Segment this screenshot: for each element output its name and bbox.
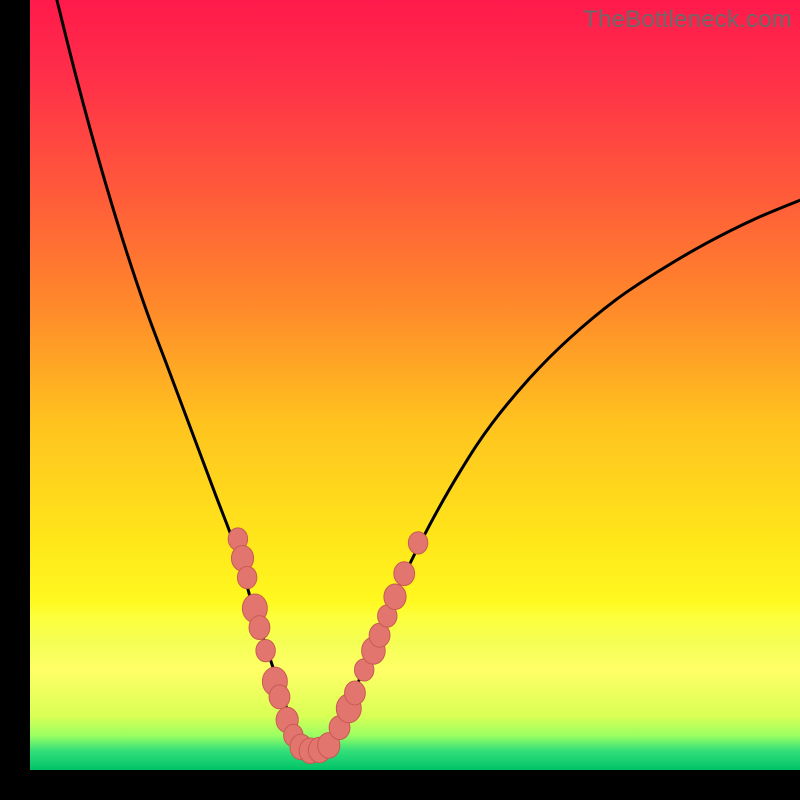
marker-point [384,584,406,610]
marker-point [408,532,427,554]
watermark-text: TheBottleneck.com [583,6,792,34]
bottleneck-curve [30,0,800,770]
marker-point [269,685,290,709]
marker-group [228,528,428,764]
marker-point [237,566,256,588]
marker-point [394,562,415,586]
plot-area: TheBottleneck.com [30,0,800,770]
marker-point [256,639,275,661]
marker-point [249,616,270,640]
chart-frame: TheBottleneck.com [30,0,800,770]
marker-point [345,681,366,705]
